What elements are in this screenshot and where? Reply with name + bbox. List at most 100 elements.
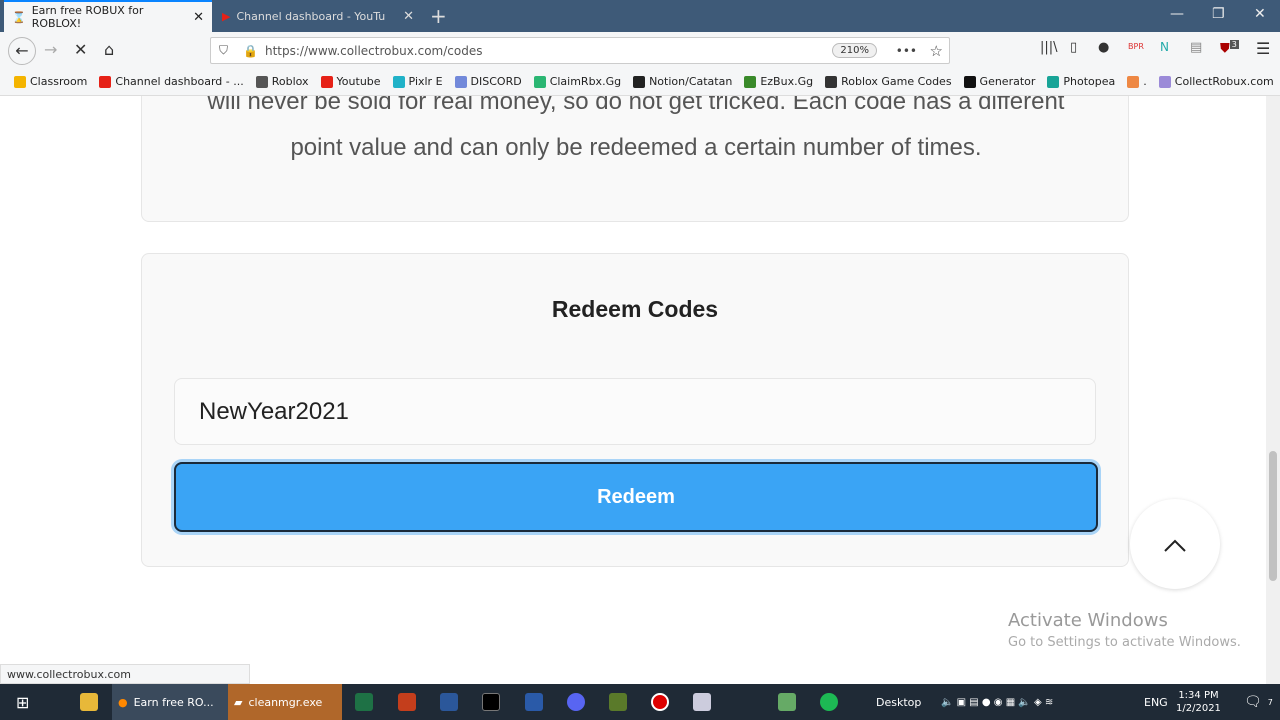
bookmark-label: Pixlr E [408,75,443,88]
discord-icon[interactable] [567,693,585,711]
bookmark-item[interactable]: Roblox Game Codes [825,75,952,88]
tab-label: Earn free ROBUX for ROBLOX! [31,4,144,30]
start-button[interactable]: ⊞ [10,684,35,720]
bookmark-item[interactable]: Classroom [14,75,87,88]
code-input[interactable]: NewYear2021 [174,378,1096,445]
bookmark-label: CollectRobux.com [1174,75,1274,88]
redeem-button[interactable]: Redeem [174,462,1098,532]
terminal-icon[interactable] [482,693,500,711]
redeem-card: Redeem Codes NewYear2021 Redeem [141,253,1129,567]
notion-extension-icon[interactable]: N [1160,40,1169,54]
bookmark-item[interactable]: DISCORD [454,75,522,88]
tab-label: Channel dashboard - YouTube [236,9,387,23]
new-tab-button[interactable]: + [430,4,447,28]
bookmark-favicon-icon [825,76,838,88]
language-indicator[interactable]: ENG [1138,684,1174,720]
cleanmgr-icon: ▰ [234,695,243,709]
bookmark-favicon-icon [1047,76,1060,88]
lock-icon[interactable]: 🔒 [243,44,258,58]
sc-app-icon[interactable] [778,693,796,711]
bookmark-label: DISCORD [470,75,522,88]
library-icon[interactable]: |||\ [1040,40,1058,55]
close-window-button[interactable]: ✕ [1254,6,1266,22]
back-button[interactable]: ← [8,37,36,65]
bookmark-favicon-icon [320,76,333,88]
bookmark-favicon-icon [14,76,26,88]
bookmark-item[interactable]: Generator [963,75,1035,88]
chevron-up-icon [1164,539,1186,552]
notifications-icon[interactable]: 🗨 7 [1238,684,1279,720]
taskbar-app-label: Earn free RO... [133,695,214,709]
description-text: will never be sold for real money, so do… [207,96,1065,161]
menu-icon[interactable]: ☰ [1256,39,1270,58]
powershell-icon[interactable] [525,693,543,711]
restore-button[interactable]: ❐ [1212,6,1225,22]
tab-earn-robux[interactable]: ⌛ Earn free ROBUX for ROBLOX! ✕ [4,0,212,32]
home-button[interactable]: ⌂ [104,40,114,59]
bookmark-label: . [1143,75,1147,88]
close-tab-icon[interactable]: ✕ [403,9,414,24]
taskbar-app-label: cleanmgr.exe [248,695,323,709]
word-icon[interactable] [440,693,458,711]
clock[interactable]: 1:34 PM 1/2/2021 [1170,684,1227,720]
notification-count: 7 [1267,697,1273,707]
hourglass-icon: ⌛ [12,10,26,24]
bookmark-label: Channel dashboard - ... [115,75,244,88]
bookmark-item[interactable]: CollectRobux.com [1158,75,1274,88]
minecraft-icon[interactable] [609,693,627,711]
bookmark-item[interactable]: ClaimRbx.Gg [533,75,621,88]
scroll-to-top-button[interactable] [1130,499,1220,589]
account-icon[interactable]: ● [1098,40,1109,55]
bookmark-item[interactable]: Youtube [320,75,381,88]
bookmark-item[interactable]: EzBux.Gg [744,75,813,88]
clock-date: 1/2/2021 [1176,703,1221,714]
obs-record-icon[interactable] [651,693,669,711]
system-tray[interactable]: 🔈 ▣ ▤ ● ◉ ▦ 🔈 ◈ ≋ [935,684,1059,720]
bookmark-label: Roblox [271,75,309,88]
forward-button[interactable]: → [44,40,57,59]
bookmark-item[interactable]: Channel dashboard - ... [99,75,244,88]
bookmark-favicon-icon [454,76,467,88]
bookmark-item[interactable]: Roblox [255,75,309,88]
scrollbar-thumb[interactable] [1269,451,1277,581]
taskbar: ⊞ ● Earn free RO... ▰ cleanmgr.exe Desktop… [0,684,1280,720]
youtube-icon: ▶ [222,9,231,23]
star-icon[interactable]: ☆ [930,42,943,60]
extension-icon[interactable]: BPR [1128,42,1144,51]
desktop-toolbar[interactable]: Desktop [870,684,927,720]
close-tab-icon[interactable]: ✕ [193,10,204,25]
bookmark-item[interactable]: Pixlr E [392,75,443,88]
reader-icon[interactable]: ▤ [1190,40,1202,55]
sidebar-icon[interactable]: ▯ [1070,40,1077,55]
app-icon[interactable] [693,693,711,711]
url-text[interactable]: https://www.collectrobux.com/codes [265,44,482,58]
url-bar[interactable]: ⛉ 🔒 https://www.collectrobux.com/codes 2… [210,37,950,64]
extension-badge: 3 [1229,40,1239,49]
spotify-icon[interactable] [820,693,838,711]
bookmark-item[interactable]: Notion/Catatan [633,75,732,88]
tab-channel-dashboard[interactable]: ▶ Channel dashboard - YouTube ✕ [214,0,422,32]
ublock-icon[interactable]: ⛊ 3 [1220,40,1239,56]
bookmark-item[interactable]: Photopea [1047,75,1115,88]
clock-time: 1:34 PM [1178,690,1219,701]
bookmark-label: Notion/Catatan [649,75,733,88]
zoom-level[interactable]: 210% [832,43,877,58]
powerpoint-icon[interactable] [398,693,416,711]
firefox-icon: ● [118,695,128,709]
redeem-title: Redeem Codes [551,296,719,322]
shield-icon[interactable]: ⛉ [219,43,228,58]
scrollbar[interactable] [1266,96,1280,684]
bookmark-favicon-icon [633,76,646,88]
taskbar-cleanmgr[interactable]: ▰ cleanmgr.exe [228,684,342,720]
more-actions-icon[interactable]: ••• [896,44,917,58]
file-explorer-icon[interactable] [80,693,98,711]
page-content: will never be sold for real money, so do… [0,96,1266,684]
bookmark-favicon-icon [1158,76,1171,88]
taskbar-firefox[interactable]: ● Earn free RO... [112,684,228,720]
bookmark-favicon-icon [392,76,405,88]
stop-button[interactable]: ✕ [74,40,87,59]
excel-icon[interactable] [355,693,373,711]
bookmark-favicon-icon [533,76,546,88]
bookmark-item[interactable]: . [1127,75,1147,88]
minimize-button[interactable]: — [1170,6,1184,22]
